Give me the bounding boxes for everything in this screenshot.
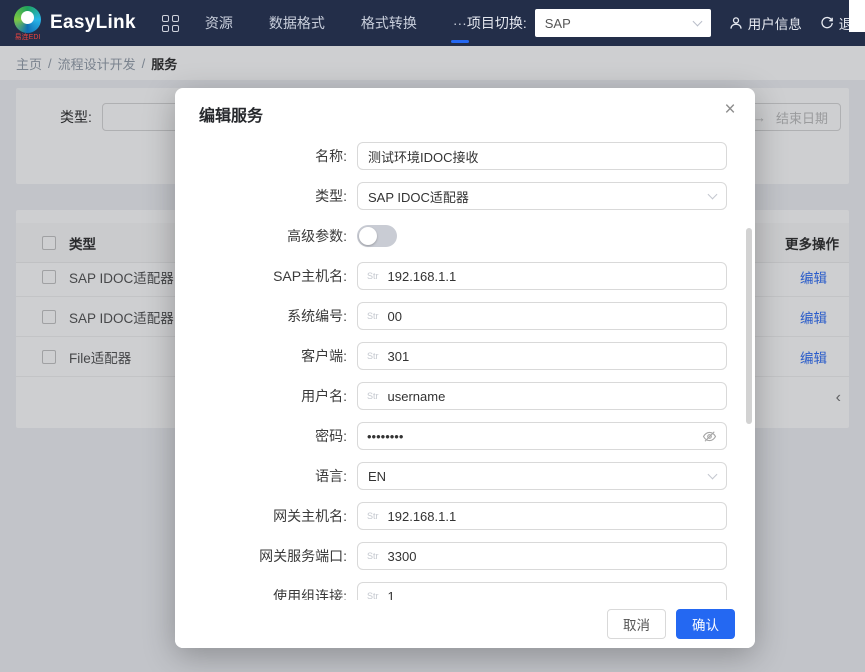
logo-caption: 易连EDI <box>15 34 41 41</box>
apps-grid-icon[interactable] <box>162 15 179 32</box>
edit-service-modal: 编辑服务 × 名称: 类型: SAP IDOC适配器 高级参数: <box>175 88 755 648</box>
app-logo[interactable]: 易连EDI <box>14 6 41 41</box>
field-label: 网关主机名: <box>199 506 347 526</box>
field-type-tag: Str <box>367 511 379 521</box>
grid-square <box>162 15 169 22</box>
form-field-language: 语言: EN <box>199 456 727 496</box>
gateway-port-input[interactable] <box>388 544 717 568</box>
field-label: SAP主机名: <box>199 266 347 286</box>
username-field: Str <box>357 382 727 410</box>
sap-hostname-input[interactable] <box>388 264 717 288</box>
menu-item-more[interactable]: ··· <box>453 0 467 46</box>
form-field-username: 用户名: Str <box>199 376 727 416</box>
password-field <box>357 422 727 450</box>
form-field-name: 名称: <box>199 136 727 176</box>
user-icon <box>729 16 743 30</box>
main-menu: 资源 数据格式 格式转换 ··· <box>205 0 467 46</box>
modal-title: 编辑服务 <box>199 102 263 126</box>
type-select[interactable]: SAP IDOC适配器 <box>357 182 727 210</box>
header-right-group: 项目切换: SAP 用户信息 退出登录 <box>467 9 865 37</box>
menu-item-format-convert[interactable]: 格式转换 <box>361 0 417 46</box>
top-nav-bar: 易连EDI EasyLink 资源 数据格式 格式转换 ··· 项目切换: SA… <box>0 0 865 46</box>
easylink-logo-icon <box>14 6 41 33</box>
sap-hostname-field: Str <box>357 262 727 290</box>
form-field-gateway-hostname: 网关主机名: Str <box>199 496 727 536</box>
password-input[interactable] <box>367 424 694 448</box>
field-type-tag: Str <box>367 351 379 361</box>
language-select[interactable]: EN <box>357 462 727 490</box>
chevron-down-icon <box>692 17 702 27</box>
group-connection-field: Str <box>357 582 727 600</box>
group-connection-input[interactable] <box>388 584 717 600</box>
logout-icon <box>820 16 834 30</box>
field-label: 名称: <box>199 146 347 166</box>
form-field-system-number: 系统编号: Str <box>199 296 727 336</box>
system-number-field: Str <box>357 302 727 330</box>
form-field-sap-hostname: SAP主机名: Str <box>199 256 727 296</box>
field-type-tag: Str <box>367 551 379 561</box>
close-icon[interactable]: × <box>717 97 743 123</box>
system-number-input[interactable] <box>388 304 717 328</box>
modal-body: 名称: 类型: SAP IDOC适配器 高级参数: <box>175 136 755 600</box>
grid-square <box>172 15 179 22</box>
gateway-hostname-input[interactable] <box>388 504 717 528</box>
grid-square <box>172 25 179 32</box>
field-label: 系统编号: <box>199 306 347 326</box>
username-input[interactable] <box>388 384 717 408</box>
chevron-down-icon <box>708 470 718 480</box>
client-field: Str <box>357 342 727 370</box>
client-input[interactable] <box>388 344 717 368</box>
grid-square <box>162 25 169 32</box>
browser-scrollbar[interactable] <box>849 0 865 32</box>
modal-scrollbar-thumb[interactable] <box>746 228 752 424</box>
advanced-params-toggle[interactable] <box>357 225 397 247</box>
field-label: 客户端: <box>199 346 347 366</box>
eye-invisible-icon[interactable] <box>702 429 717 444</box>
menu-item-data-format[interactable]: 数据格式 <box>269 0 325 46</box>
field-label: 类型: <box>199 186 347 206</box>
form-field-client: 客户端: Str <box>199 336 727 376</box>
project-select-value: SAP <box>545 16 571 31</box>
language-select-value: EN <box>368 469 386 484</box>
field-label: 用户名: <box>199 386 347 406</box>
menu-item-resources[interactable]: 资源 <box>205 0 233 46</box>
field-label: 网关服务端口: <box>199 546 347 566</box>
type-select-value: SAP IDOC适配器 <box>368 187 469 206</box>
chevron-down-icon <box>708 190 718 200</box>
field-type-tag: Str <box>367 391 379 401</box>
modal-footer: 取消 确认 <box>175 600 755 648</box>
field-label: 语言: <box>199 466 347 486</box>
name-input[interactable] <box>357 142 727 170</box>
field-type-tag: Str <box>367 311 379 321</box>
field-label: 使用组连接: <box>199 586 347 600</box>
field-label: 密码: <box>199 426 347 446</box>
cancel-button[interactable]: 取消 <box>607 609 666 639</box>
brand-title: EasyLink <box>50 12 136 34</box>
gateway-hostname-field: Str <box>357 502 727 530</box>
field-type-tag: Str <box>367 271 379 281</box>
app-screen: 易连EDI EasyLink 资源 数据格式 格式转换 ··· 项目切换: SA… <box>0 0 865 672</box>
field-type-tag: Str <box>367 591 379 600</box>
project-switch-label: 项目切换: <box>467 13 527 33</box>
form-field-group-connection: 使用组连接: Str <box>199 576 727 600</box>
gateway-port-field: Str <box>357 542 727 570</box>
form-field-gateway-port: 网关服务端口: Str <box>199 536 727 576</box>
form-field-password: 密码: <box>199 416 727 456</box>
user-info-label: 用户信息 <box>748 13 802 33</box>
confirm-button[interactable]: 确认 <box>676 609 735 639</box>
field-label: 高级参数: <box>199 226 347 246</box>
project-select[interactable]: SAP <box>535 9 711 37</box>
form-field-type: 类型: SAP IDOC适配器 <box>199 176 727 216</box>
form-field-advanced-params: 高级参数: <box>199 216 727 256</box>
user-info-button[interactable]: 用户信息 <box>729 13 802 33</box>
